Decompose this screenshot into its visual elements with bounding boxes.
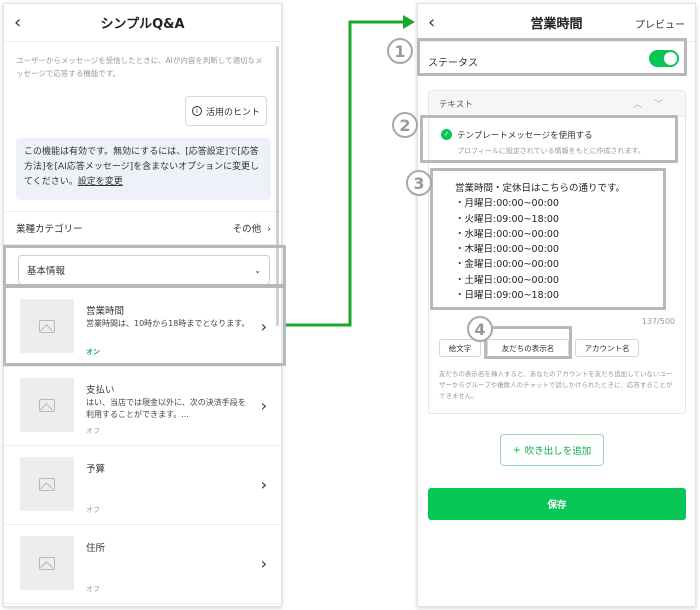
move-arrows[interactable]: ︿﹀ bbox=[633, 97, 675, 110]
qa-item-budget[interactable]: 予算 オフ › bbox=[4, 447, 281, 525]
preview-button[interactable]: プレビュー bbox=[635, 16, 685, 31]
page-title: シンプルQ&A bbox=[100, 17, 185, 32]
qa-item-payment[interactable]: 支払い はい、当店では現金以外に、次の決済手段を利用することができます。... … bbox=[4, 368, 281, 446]
help-text: 友だちの表示名を挿入すると、あなたのアカウントを友だち追加していないユーザーから… bbox=[439, 370, 673, 400]
right-header: ‹ 営業時間 プレビュー bbox=[418, 4, 695, 42]
emoji-chip[interactable]: 絵文字 bbox=[439, 339, 481, 357]
char-count: 137/500 bbox=[641, 317, 675, 326]
back-icon[interactable]: ‹ bbox=[428, 12, 435, 33]
thumbnail bbox=[20, 378, 74, 432]
chevron-right-icon: › bbox=[260, 554, 267, 573]
qa-subtitle: はい、当店では現金以外に、次の決済手段を利用することができます。... bbox=[86, 398, 246, 419]
select-highlight bbox=[3, 245, 286, 287]
qa-status: オフ bbox=[86, 427, 100, 435]
image-icon bbox=[39, 556, 55, 570]
feature-description: ユーザーからメッセージを受信したときに、AIが内容を判断して適切なメッセージで応… bbox=[16, 56, 263, 78]
category-row[interactable]: 業種カテゴリー その他 › bbox=[16, 221, 271, 235]
notice-text: この機能は有効です。無効にするには、[応答設定]で[応答方法]を[AI応答メッセ… bbox=[24, 147, 260, 187]
chevron-down-icon[interactable]: ﹀ bbox=[654, 100, 675, 110]
divider bbox=[4, 211, 281, 212]
annotation-badge-1: 1 bbox=[387, 38, 413, 64]
left-header: ‹ シンプルQ&A bbox=[4, 4, 281, 42]
qa-title: 住所 bbox=[86, 543, 106, 554]
chevron-right-icon: › bbox=[260, 396, 267, 415]
plus-icon: + bbox=[512, 444, 521, 456]
annotation-badge-3: 3 bbox=[406, 170, 432, 196]
annotation-badge-2: 2 bbox=[392, 112, 418, 138]
add-bubble-label: 吹き出しを追加 bbox=[524, 446, 592, 457]
page-title: 営業時間 bbox=[530, 17, 583, 32]
chevron-right-icon: › bbox=[260, 475, 267, 494]
template-highlight bbox=[420, 115, 678, 163]
account-name-chip[interactable]: アカウント名 bbox=[575, 339, 639, 357]
category-value: その他 › bbox=[232, 224, 271, 235]
chip-highlight bbox=[484, 326, 572, 359]
thumbnail bbox=[20, 536, 74, 590]
thumbnail bbox=[20, 457, 74, 511]
item-highlight bbox=[3, 285, 286, 366]
qa-title: 予算 bbox=[86, 464, 106, 475]
card-header: テキスト ︿﹀ bbox=[429, 91, 685, 117]
image-icon bbox=[39, 477, 55, 491]
message-highlight bbox=[430, 168, 666, 310]
qa-status: オフ bbox=[86, 506, 100, 514]
save-button[interactable]: 保存 bbox=[428, 488, 686, 520]
card-header-label: テキスト bbox=[439, 99, 473, 110]
category-label: 業種カテゴリー bbox=[16, 224, 83, 235]
back-icon[interactable]: ‹ bbox=[14, 12, 21, 33]
info-icon: i bbox=[191, 106, 202, 116]
qa-item-address[interactable]: 住所 オフ › bbox=[4, 526, 281, 604]
image-icon bbox=[39, 398, 55, 412]
enabled-notice: この機能は有効です。無効にするには、[応答設定]で[応答方法]を[AI応答メッセ… bbox=[16, 138, 271, 200]
hint-button[interactable]: i 活用のヒント bbox=[185, 96, 267, 126]
status-highlight bbox=[417, 38, 687, 76]
qa-status: オフ bbox=[86, 585, 100, 593]
qa-title: 支払い bbox=[86, 385, 115, 396]
hint-button-label: 活用のヒント bbox=[205, 107, 260, 118]
annotation-badge-4: 4 bbox=[467, 316, 493, 342]
chevron-up-icon[interactable]: ︿ bbox=[633, 100, 654, 110]
change-settings-link[interactable]: 設定を変更 bbox=[78, 177, 123, 187]
chevron-right-icon: › bbox=[267, 224, 271, 235]
add-bubble-button[interactable]: + 吹き出しを追加 bbox=[500, 434, 604, 466]
